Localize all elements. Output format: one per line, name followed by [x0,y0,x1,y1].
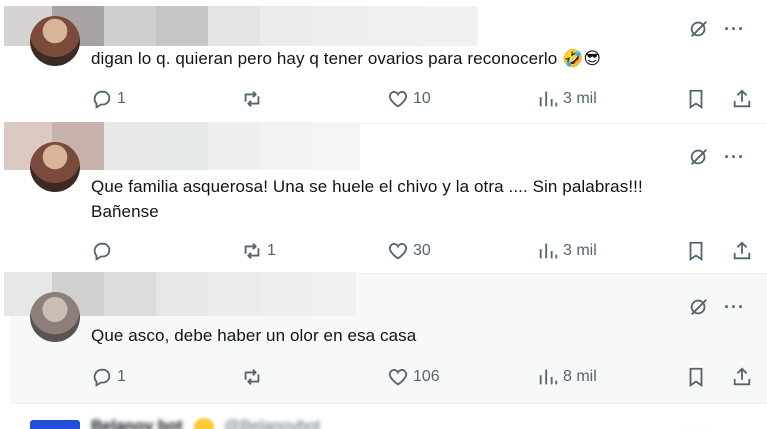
repost-count: 1 [267,242,276,259]
views-icon [539,243,558,259]
views-icon [539,91,558,107]
comment-post[interactable]: ··· Que familia asquerosa! Una se huele … [4,122,767,274]
author-handle[interactable]: @Belanovbot [224,418,320,429]
view-count: 8 mil [563,368,597,385]
share-icon [733,241,751,260]
share-icon [733,89,751,108]
comment-post[interactable]: ··· digan lo q. quieran pero hay q tener… [4,0,767,124]
avatar[interactable] [30,420,80,429]
views-button[interactable]: 3 mil [537,238,597,264]
bookmark-button[interactable] [685,86,707,112]
share-button[interactable] [731,86,753,112]
comment-text-line: Que familia asquerosa! Una se huele el c… [91,177,643,196]
more-icon[interactable]: ··· [724,298,745,316]
repost-icon [244,243,260,259]
repost-button[interactable] [241,86,267,112]
like-button[interactable]: 10 [387,86,431,112]
reply-count: 1 [117,90,126,107]
reply-icon [93,90,111,109]
views-icon [539,369,558,385]
grok-icon[interactable] [688,296,710,318]
reply-count: 1 [117,368,126,385]
repost-button[interactable]: 1 [241,238,276,264]
action-bar: 1 106 8 mil [91,364,751,390]
more-icon[interactable]: ··· [724,20,745,38]
heart-icon [388,91,408,108]
like-count: 30 [413,242,431,259]
repost-icon [244,91,260,107]
reply-icon [93,242,111,261]
more-icon[interactable]: ··· [724,148,745,166]
avatar[interactable] [30,292,80,342]
views-button[interactable]: 3 mil [537,86,597,112]
view-count: 3 mil [563,90,597,107]
view-count: 3 mil [563,242,597,259]
grok-icon[interactable] [688,146,710,168]
reply-button[interactable]: 1 [91,86,126,112]
views-button[interactable]: 8 mil [537,364,597,390]
share-button[interactable] [731,364,753,390]
heart-icon [388,369,408,386]
avatar[interactable] [30,16,80,66]
heart-icon [388,243,408,260]
comment-post[interactable]: ··· Que asco, debe haber un olor en esa … [4,272,767,404]
action-bar: 1 30 3 mil [91,238,751,264]
reply-icon [93,368,111,387]
like-button[interactable]: 106 [387,364,440,390]
comment-text-line: Bañense [91,202,159,221]
next-post-preview[interactable]: Belanov bot @Belanovbot · · · [10,404,767,429]
reply-button[interactable] [91,238,117,264]
like-button[interactable]: 30 [387,238,431,264]
comment-text: digan lo q. quieran pero hay q tener ova… [91,49,602,68]
grok-icon[interactable] [688,18,710,40]
bookmark-button[interactable] [685,238,707,264]
bookmark-icon [689,89,703,109]
like-count: 10 [413,90,431,107]
avatar[interactable] [30,142,80,192]
more-icon[interactable]: · · · [685,422,707,429]
share-icon [733,367,751,386]
action-bar: 1 10 3 mil [91,86,751,112]
comment-text: Que asco, debe haber un olor en esa casa [91,326,417,345]
comment-text: Que familia asquerosa! Una se huele el c… [91,174,707,224]
emoji-icon [194,418,214,429]
reply-button[interactable]: 1 [91,364,126,390]
author-name[interactable]: Belanov bot [91,418,183,429]
share-button[interactable] [731,238,753,264]
repost-icon [244,369,260,385]
like-count: 106 [413,368,440,385]
bookmark-icon [689,367,703,387]
bookmark-button[interactable] [685,364,707,390]
repost-button[interactable] [241,364,267,390]
bookmark-icon [689,241,703,261]
